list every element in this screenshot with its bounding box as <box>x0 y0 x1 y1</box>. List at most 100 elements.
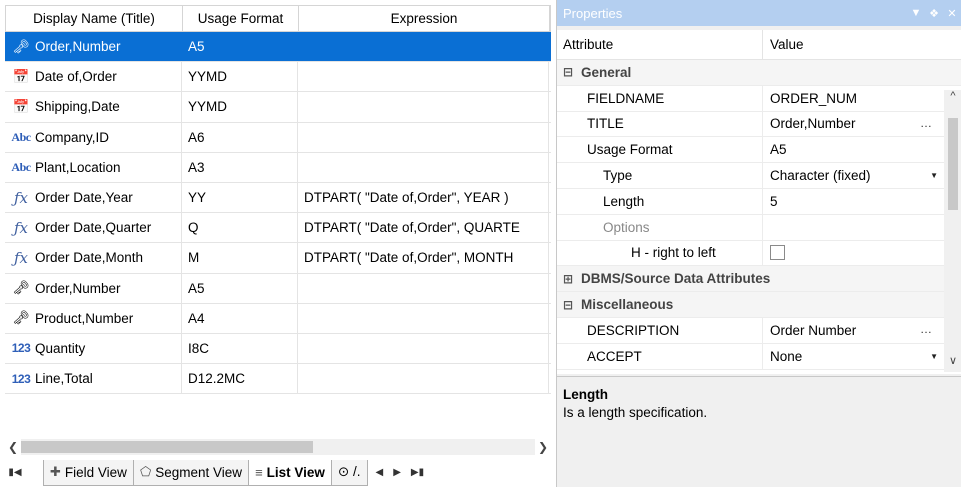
display-name-cell[interactable]: 🗝 Order,Number <box>5 273 182 303</box>
display-name-cell[interactable]: 🗝 Product,Number <box>5 303 182 333</box>
display-name-cell[interactable]: 123 Line,Total <box>5 364 182 394</box>
usage-format-cell[interactable]: YYMD <box>182 92 298 122</box>
expression-cell[interactable]: DTPART( "Date of,Order", MONTH <box>298 243 549 273</box>
panel-menu-icon[interactable]: ▼ <box>907 7 925 19</box>
scroll-down-icon[interactable]: ∨ <box>944 354 961 372</box>
table-row[interactable]: 🗝 Product,Number A4 <box>5 303 551 334</box>
property-value[interactable]: Order,Number… <box>763 112 961 137</box>
property-row[interactable]: DESCRIPTION Order Number… <box>557 317 961 344</box>
property-row[interactable]: FIELDNAME ORDER_NUM <box>557 85 961 112</box>
dropdown-arrow-icon[interactable]: ▼ <box>930 352 938 361</box>
property-row[interactable]: Usage Format A5 <box>557 137 961 164</box>
property-row[interactable]: Options <box>557 214 961 241</box>
expression-cell[interactable]: DTPART( "Date of,Order", YEAR ) <box>298 182 549 213</box>
usage-format-cell[interactable]: YY <box>182 182 298 213</box>
expression-cell[interactable] <box>298 273 549 303</box>
horizontal-scrollbar[interactable]: ❮ ❯ <box>5 438 551 456</box>
table-row[interactable]: 🗝 Order,Number A5 <box>5 273 551 304</box>
table-row[interactable]: 123 Line,Total D12.2MC <box>5 364 551 395</box>
table-row[interactable]: 🗝 Order,Number A5 <box>5 32 551 63</box>
property-group[interactable]: ⊞ DBMS/Source Data Attributes <box>557 266 961 293</box>
property-row[interactable]: ACCEPT None ▼ <box>557 343 961 370</box>
scroll-left-icon[interactable]: ❮ <box>5 440 21 454</box>
scroll-up-icon[interactable]: ^ <box>944 90 961 108</box>
expression-cell[interactable] <box>298 152 549 182</box>
table-row[interactable]: 📅 Date of,Order YYMD <box>5 62 551 93</box>
ellipsis-button[interactable]: … <box>920 322 932 336</box>
last-tab-icon[interactable]: ▶▮ <box>411 467 424 478</box>
expression-cell[interactable] <box>298 32 549 62</box>
display-name-cell[interactable]: ƒx Order Date,Quarter <box>5 213 182 243</box>
collapse-icon[interactable]: ⊟ <box>561 65 575 79</box>
display-name-cell[interactable]: ƒx Order Date,Year <box>5 182 182 213</box>
property-value[interactable]: A5 <box>763 137 961 162</box>
property-row[interactable]: Length 5 <box>557 188 961 215</box>
pin-icon[interactable]: ❖ <box>925 7 943 20</box>
usage-format-cell[interactable]: D12.2MC <box>182 364 298 394</box>
usage-format-cell[interactable]: YYMD <box>182 62 298 92</box>
usage-format-cell[interactable]: I8C <box>182 333 298 364</box>
property-value[interactable]: None ▼ <box>763 344 961 369</box>
table-row[interactable]: ƒx Order Date,Year YY DTPART( "Date of,Orde… <box>5 182 551 214</box>
property-group[interactable]: ⊟ General <box>557 60 961 86</box>
column-header-usage-format[interactable]: Usage Format <box>183 6 299 31</box>
tab-list-view[interactable]: ≡ List View <box>248 459 332 486</box>
display-name-cell[interactable]: 🗝 Order,Number <box>5 32 182 62</box>
property-group-header[interactable]: ⊟ General <box>557 60 961 85</box>
tab-segment-view[interactable]: ⬠ Segment View <box>132 459 250 486</box>
ellipsis-button[interactable]: … <box>920 116 932 130</box>
usage-format-cell[interactable]: A5 <box>182 32 298 62</box>
property-group-header[interactable]: ⊞ DBMS/Source Data Attributes <box>557 266 961 291</box>
usage-format-cell[interactable]: A5 <box>182 273 298 303</box>
property-group[interactable]: ⊟ Miscellaneous <box>557 292 961 318</box>
property-value[interactable]: 5 <box>763 189 961 214</box>
collapse-icon[interactable]: ⊟ <box>561 298 575 312</box>
display-name-cell[interactable]: 📅 Shipping,Date <box>5 92 182 122</box>
expression-cell[interactable] <box>298 62 549 92</box>
display-name-cell[interactable]: Abc Plant,Location <box>5 152 182 182</box>
usage-format-cell[interactable]: M <box>182 243 298 273</box>
table-row[interactable]: 123 Quantity I8C <box>5 333 551 365</box>
close-icon[interactable]: ✕ <box>943 7 961 20</box>
property-vertical-scrollbar[interactable]: ^ ∨ <box>944 90 961 372</box>
property-row[interactable]: H - right to left <box>557 240 961 267</box>
display-name-cell[interactable]: ƒx Order Date,Month <box>5 243 182 273</box>
usage-format-cell[interactable]: A6 <box>182 122 298 152</box>
property-value[interactable] <box>763 241 961 266</box>
property-value[interactable]: ORDER_NUM <box>763 86 961 111</box>
column-header-display-name[interactable]: Display Name (Title) <box>6 6 183 31</box>
tab-overflow[interactable]: ⊙ /. <box>330 459 368 486</box>
expression-cell[interactable] <box>298 92 549 122</box>
display-name-cell[interactable]: Abc Company,ID <box>5 122 182 152</box>
column-header-expression[interactable]: Expression <box>299 6 550 31</box>
usage-format-cell[interactable]: Q <box>182 213 298 243</box>
table-row[interactable]: Abc Company,ID A6 <box>5 122 551 153</box>
usage-format-cell[interactable]: A3 <box>182 152 298 182</box>
dropdown-arrow-icon[interactable]: ▼ <box>930 171 938 180</box>
table-row[interactable]: 📅 Shipping,Date YYMD <box>5 92 551 123</box>
table-row[interactable]: ƒx Order Date,Month M DTPART( "Date of,Orde… <box>5 243 551 274</box>
right-to-left-checkbox[interactable] <box>770 245 785 261</box>
first-tab-icon[interactable]: ▮◀ <box>5 467 25 478</box>
scroll-track[interactable] <box>21 439 535 455</box>
property-row[interactable]: TITLE Order,Number… <box>557 111 961 138</box>
property-value[interactable] <box>763 215 961 240</box>
expression-cell[interactable]: DTPART( "Date of,Order", QUARTE <box>298 213 549 243</box>
expression-cell[interactable] <box>298 303 549 333</box>
expression-cell[interactable] <box>298 122 549 152</box>
property-group-header[interactable]: ⊟ Miscellaneous <box>557 292 961 317</box>
expression-cell[interactable] <box>298 333 549 364</box>
display-name-cell[interactable]: 123 Quantity <box>5 333 182 364</box>
display-name-cell[interactable]: 📅 Date of,Order <box>5 62 182 92</box>
scroll-right-icon[interactable]: ❯ <box>535 440 551 454</box>
next-tab-icon[interactable]: ▶ <box>393 467 401 478</box>
usage-format-cell[interactable]: A4 <box>182 303 298 333</box>
property-value[interactable]: Order Number… <box>763 318 961 343</box>
scroll-thumb[interactable] <box>21 441 313 453</box>
expand-icon[interactable]: ⊞ <box>561 272 575 286</box>
prev-tab-icon[interactable]: ◀ <box>376 467 384 478</box>
property-scroll-thumb[interactable] <box>948 118 958 210</box>
expression-cell[interactable] <box>298 364 549 394</box>
property-value[interactable]: Character (fixed) ▼ <box>763 163 961 188</box>
tab-field-view[interactable]: ✚ Field View <box>43 459 134 486</box>
